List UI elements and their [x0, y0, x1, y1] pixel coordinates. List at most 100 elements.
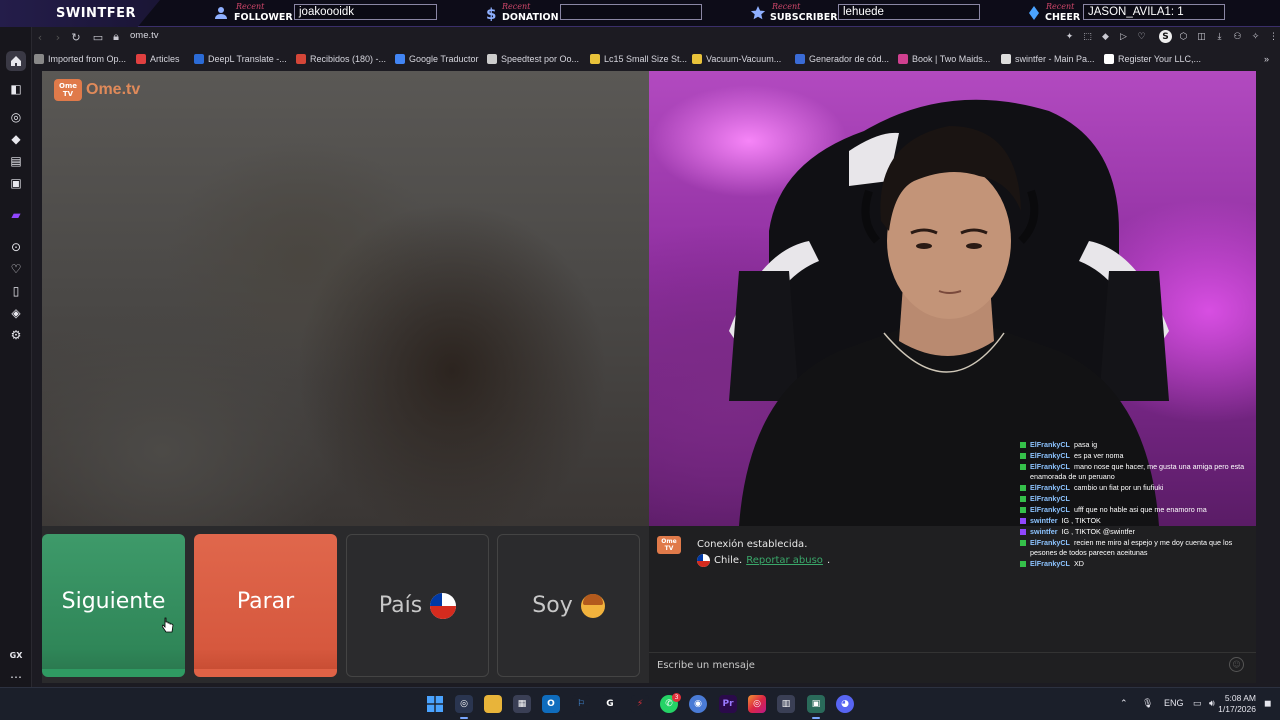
store-icon[interactable]: ▦: [513, 695, 531, 713]
settings-icon[interactable]: ⚙: [8, 327, 24, 343]
gamepad-icon[interactable]: ◧: [8, 81, 24, 97]
windows-start-icon[interactable]: [426, 695, 444, 713]
recent-label: Recent: [1046, 2, 1075, 11]
download-icon[interactable]: ⤓: [1213, 30, 1226, 43]
bookmark-item[interactable]: Lc15 Small Size St...: [590, 52, 687, 66]
emoji-button[interactable]: ☺: [1229, 657, 1244, 672]
tray-chevron-icon[interactable]: ⌃: [1120, 698, 1128, 709]
ometv-logo[interactable]: Ome TV Ome.tv: [54, 79, 140, 101]
country-button[interactable]: País: [346, 534, 489, 677]
bookmark-item[interactable]: Generador de cód...: [795, 52, 889, 66]
screenshot-icon[interactable]: ⬚: [1081, 30, 1094, 43]
bookmark-label: Recibidos (180) -...: [310, 54, 387, 64]
reload-icon[interactable]: ↻: [68, 29, 84, 45]
gx-label[interactable]: GX: [8, 647, 24, 663]
premiere-icon[interactable]: Pr: [719, 695, 737, 713]
shield-icon[interactable]: ◆: [1099, 30, 1112, 43]
system-clock[interactable]: 5:08 AM 1/17/2026: [1218, 693, 1256, 715]
star-icon: [750, 6, 766, 20]
svg-text:$: $: [486, 5, 496, 21]
bookmark-item[interactable]: swintfer - Main Pa...: [1001, 52, 1095, 66]
opera-gx-icon[interactable]: ⚡: [631, 695, 649, 713]
stop-button[interactable]: Parar: [194, 534, 337, 677]
streaming-app-icon[interactable]: ▣: [807, 695, 825, 719]
instagram-icon[interactable]: ◎: [748, 695, 766, 713]
s-extension-icon[interactable]: S: [1159, 30, 1172, 43]
chat-badge-icon: [1020, 496, 1026, 502]
bookmark-item[interactable]: Recibidos (180) -...: [296, 52, 386, 66]
next-button[interactable]: Siguiente: [42, 534, 185, 677]
whatsapp-badge: 3: [672, 693, 681, 702]
cube-icon[interactable]: ⬡: [1177, 30, 1190, 43]
forward-icon[interactable]: ›: [50, 29, 66, 45]
stream-chat-message: ElFrankyCL recien me miro al espejo y me …: [1018, 538, 1256, 558]
stream-chat-message: ElFrankyCL XD: [1018, 559, 1256, 569]
language-indicator[interactable]: ENG: [1164, 698, 1184, 708]
bookmark-icon[interactable]: ▯: [8, 283, 24, 299]
play-circle-icon[interactable]: ⊙: [8, 239, 24, 255]
browser-toolbar: ‹ › ↻ ▭ 🔒︎ ome.tv ✦ ⬚ ◆ ▷ ♡ S ⬡ ◫ ⤓ ⚇ ✧ …: [32, 27, 1280, 47]
bookmark-item[interactable]: Google Traductor: [395, 52, 479, 66]
bookmark-item[interactable]: Articles: [136, 52, 180, 66]
volume-icon[interactable]: 🔊︎: [1209, 698, 1215, 709]
box-icon[interactable]: ▣: [8, 175, 24, 191]
camera-icon[interactable]: ▭: [90, 29, 106, 45]
g-hub-icon[interactable]: G: [601, 695, 619, 713]
discord-icon[interactable]: ◕: [836, 695, 854, 713]
extensions-icon[interactable]: ◫: [1195, 30, 1208, 43]
heart-outline-icon[interactable]: ♡: [1135, 30, 1148, 43]
gender-button[interactable]: Soy: [497, 534, 640, 677]
chat-badge-icon: [1020, 453, 1026, 459]
user-plus-icon: [215, 7, 227, 19]
heart-icon[interactable]: ♡: [8, 261, 24, 277]
donation-value: [560, 4, 702, 20]
bookmark-item[interactable]: Register Your LLC,...: [1104, 52, 1201, 66]
bookmark-item[interactable]: Book | Two Maids...: [898, 52, 990, 66]
app-icon[interactable]: ⚐: [572, 695, 590, 713]
chat-username: ElFrankyCL: [1030, 483, 1070, 492]
stream-chat-message: ElFrankyCL mano nose que hacer, me gusta …: [1018, 462, 1256, 482]
bookmark-item[interactable]: Vacuum-Vacuum...: [692, 52, 781, 66]
partner-country: Chile.: [714, 555, 743, 566]
file-explorer-icon[interactable]: [484, 695, 502, 713]
chat-text: IG , TIKTOK: [1061, 516, 1101, 525]
connection-status: Conexión establecida.: [697, 539, 808, 550]
chat-username: ElFrankyCL: [1030, 559, 1070, 568]
lock-icon: 🔒︎: [113, 30, 119, 43]
search-icon[interactable]: ◎: [455, 695, 473, 719]
ai-icon[interactable]: ✧: [1249, 30, 1262, 43]
bookmark-label: Lc15 Small Size St...: [604, 54, 688, 64]
notification-icon[interactable]: ◼︎: [1264, 698, 1271, 709]
puzzle-icon[interactable]: ◈: [8, 305, 24, 321]
bookmark-item[interactable]: Imported from Op...: [34, 52, 126, 66]
stack-icon[interactable]: ▤: [8, 153, 24, 169]
outlook-icon[interactable]: O: [542, 695, 560, 713]
stream-chat-message: swintfer IG , TIKTOK @swintfer: [1018, 527, 1256, 537]
back-icon[interactable]: ‹: [32, 29, 48, 45]
browser-icon[interactable]: ◉: [689, 695, 707, 713]
stream-chat-message: ElFrankyCL es pa ver noma: [1018, 451, 1256, 461]
bookmarks-overflow-icon[interactable]: »: [1264, 52, 1269, 66]
menu-icon[interactable]: ⋮: [1267, 30, 1280, 43]
subscriber-value: lehuede: [838, 4, 980, 20]
chat-username: ElFrankyCL: [1030, 462, 1070, 471]
microphone-icon[interactable]: 🎙︎: [1142, 698, 1153, 709]
grid-icon: [795, 54, 805, 64]
address-bar[interactable]: ome.tv: [130, 30, 159, 41]
mixer-icon[interactable]: ▥: [777, 695, 795, 713]
play-icon[interactable]: ▷: [1117, 30, 1130, 43]
chat-badge-icon: [1020, 518, 1026, 524]
clock-icon[interactable]: ◎: [8, 109, 24, 125]
bookmark-item[interactable]: DeepL Translate -...: [194, 52, 287, 66]
bookmark-icon: [136, 54, 146, 64]
diamond-nav-icon[interactable]: ◆: [8, 131, 24, 147]
message-input[interactable]: [657, 657, 1217, 673]
chat-badge-icon: [1020, 561, 1026, 567]
profile-icon[interactable]: ⚇: [1231, 30, 1244, 43]
pin-icon[interactable]: ✦: [1063, 30, 1076, 43]
network-icon[interactable]: ▭: [1193, 698, 1202, 709]
bookmark-item[interactable]: Speedtest por Oo...: [487, 52, 579, 66]
twitch-icon[interactable]: ▰: [8, 207, 24, 223]
more-icon[interactable]: ⋯: [8, 669, 24, 685]
report-abuse-link[interactable]: Reportar abuso: [746, 555, 823, 566]
